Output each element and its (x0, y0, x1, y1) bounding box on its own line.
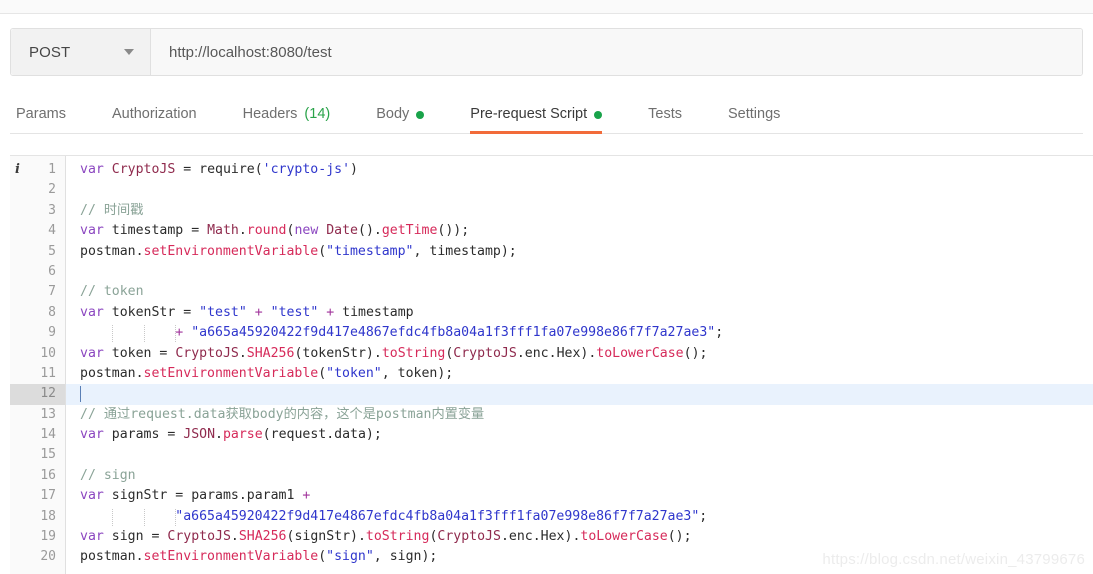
line-number: 16 (10, 466, 65, 486)
line-number-label: 7 (48, 284, 56, 300)
postman-request-window: POST http://localhost:8080/test Params Au… (0, 0, 1093, 574)
code-line[interactable]: "a665a45920422f9d417e4867efdc4fb8a04a1f3… (66, 507, 1093, 527)
line-number-label: 15 (40, 447, 56, 463)
line-number: 7 (10, 282, 65, 302)
http-method-dropdown[interactable]: POST (11, 29, 151, 75)
line-number-label: 6 (48, 263, 56, 279)
tab-settings[interactable]: Settings (728, 92, 804, 133)
line-number: 5 (10, 242, 65, 262)
line-number: 10 (10, 344, 65, 364)
line-number: 13 (10, 405, 65, 425)
code-line[interactable]: var signStr = params.param1 + (66, 486, 1093, 506)
line-number: 3 (10, 201, 65, 221)
line-number-label: 13 (40, 406, 56, 422)
tab-status-dot-icon (416, 111, 425, 119)
editor-code-area[interactable]: var CryptoJS = require('crypto-js') // 时… (66, 156, 1093, 574)
tab-tests[interactable]: Tests (648, 92, 706, 133)
tab-headers[interactable]: Headers (14) (243, 92, 355, 133)
line-number: 9 (10, 323, 65, 343)
line-number: 14 (10, 425, 65, 445)
code-line[interactable]: postman.setEnvironmentVariable("token", … (66, 364, 1093, 384)
line-number-label: 9 (48, 325, 56, 341)
code-line[interactable]: var tokenStr = "test" + "test" + timesta… (66, 303, 1093, 323)
watermark-text: https://blog.csdn.net/weixin_43799676 (822, 551, 1085, 568)
line-number: 8 (10, 303, 65, 323)
code-line[interactable] (66, 262, 1093, 282)
tab-params[interactable]: Params (16, 92, 90, 133)
line-number: 17 (10, 486, 65, 506)
editor-line-number-gutter: i 1 2 3 4 5 6 7 8 9 10 11 12 13 14 15 16 17 18 19 20 (10, 156, 66, 574)
line-number-label: 16 (40, 467, 56, 483)
tab-count-badge: (14) (304, 106, 331, 122)
line-number-label: 14 (40, 427, 56, 443)
url-input[interactable]: http://localhost:8080/test (151, 29, 1082, 75)
tab-label: Body (376, 106, 410, 122)
line-number: 20 (10, 547, 65, 567)
tab-label: Authorization (111, 106, 197, 122)
chevron-down-icon (124, 49, 134, 55)
line-number: 18 (10, 507, 65, 527)
code-line[interactable]: postman.setEnvironmentVariable("timestam… (66, 242, 1093, 262)
request-tabs: Params Authorization Headers (14) Body Pre-r… (10, 92, 1083, 134)
tab-label: Pre-request Script (470, 106, 588, 122)
code-line[interactable]: // token (66, 282, 1093, 302)
line-number-label: 1 (48, 162, 56, 177)
request-url-bar: POST http://localhost:8080/test (10, 28, 1083, 76)
tab-body[interactable]: Body (376, 92, 448, 133)
code-line[interactable] (66, 384, 1093, 405)
line-number-label: 4 (48, 223, 56, 239)
http-method-label: POST (29, 43, 71, 61)
tab-label: Tests (648, 106, 682, 122)
line-number: i1 (10, 160, 65, 180)
line-number-label: 10 (40, 345, 56, 361)
tab-label: Params (16, 106, 66, 122)
line-number: 6 (10, 262, 65, 282)
window-top-strip (0, 0, 1093, 14)
tab-label: Headers (242, 106, 298, 122)
line-number-label: 8 (48, 304, 56, 320)
active-tab-underline (470, 131, 603, 134)
line-number: 19 (10, 527, 65, 547)
line-number-label: 20 (40, 549, 56, 565)
line-number-label: 18 (40, 508, 56, 524)
line-number-label: 5 (48, 243, 56, 259)
tab-pre-request-script[interactable]: Pre-request Script (470, 92, 626, 134)
line-number-label: 3 (48, 202, 56, 218)
code-line[interactable]: var timestamp = Math.round(new Date().ge… (66, 221, 1093, 241)
line-number: 11 (10, 364, 65, 384)
code-line[interactable]: // 通过request.data获取body的内容，这个是postman内置变… (66, 405, 1093, 425)
line-number-label: 12 (40, 386, 56, 402)
tab-label: Settings (727, 106, 781, 122)
code-line[interactable] (66, 180, 1093, 200)
code-line[interactable]: // 时间戳 (66, 201, 1093, 221)
tab-authorization[interactable]: Authorization (112, 92, 221, 133)
line-number-label: 2 (48, 182, 56, 198)
code-line[interactable]: // sign (66, 466, 1093, 486)
code-line[interactable]: var params = JSON.parse(request.data); (66, 425, 1093, 445)
code-line[interactable]: var CryptoJS = require('crypto-js') (66, 160, 1093, 180)
line-number: 12 (10, 384, 65, 405)
code-line[interactable]: + "a665a45920422f9d417e4867efdc4fb8a04a1… (66, 323, 1093, 343)
line-number: 4 (10, 221, 65, 241)
line-number-label: 19 (40, 529, 56, 545)
info-icon[interactable]: i (15, 160, 20, 180)
code-line[interactable]: var token = CryptoJS.SHA256(tokenStr).to… (66, 344, 1093, 364)
code-line[interactable] (66, 445, 1093, 465)
tab-status-dot-icon (594, 111, 603, 119)
line-number-label: 17 (40, 488, 56, 504)
code-line[interactable]: var sign = CryptoJS.SHA256(signStr).toSt… (66, 527, 1093, 547)
line-number: 15 (10, 445, 65, 465)
line-number-label: 11 (40, 365, 56, 381)
line-number: 2 (10, 180, 65, 200)
pre-request-script-editor[interactable]: i 1 2 3 4 5 6 7 8 9 10 11 12 13 14 15 16 17 18 19 20 var Cry… (10, 155, 1093, 574)
